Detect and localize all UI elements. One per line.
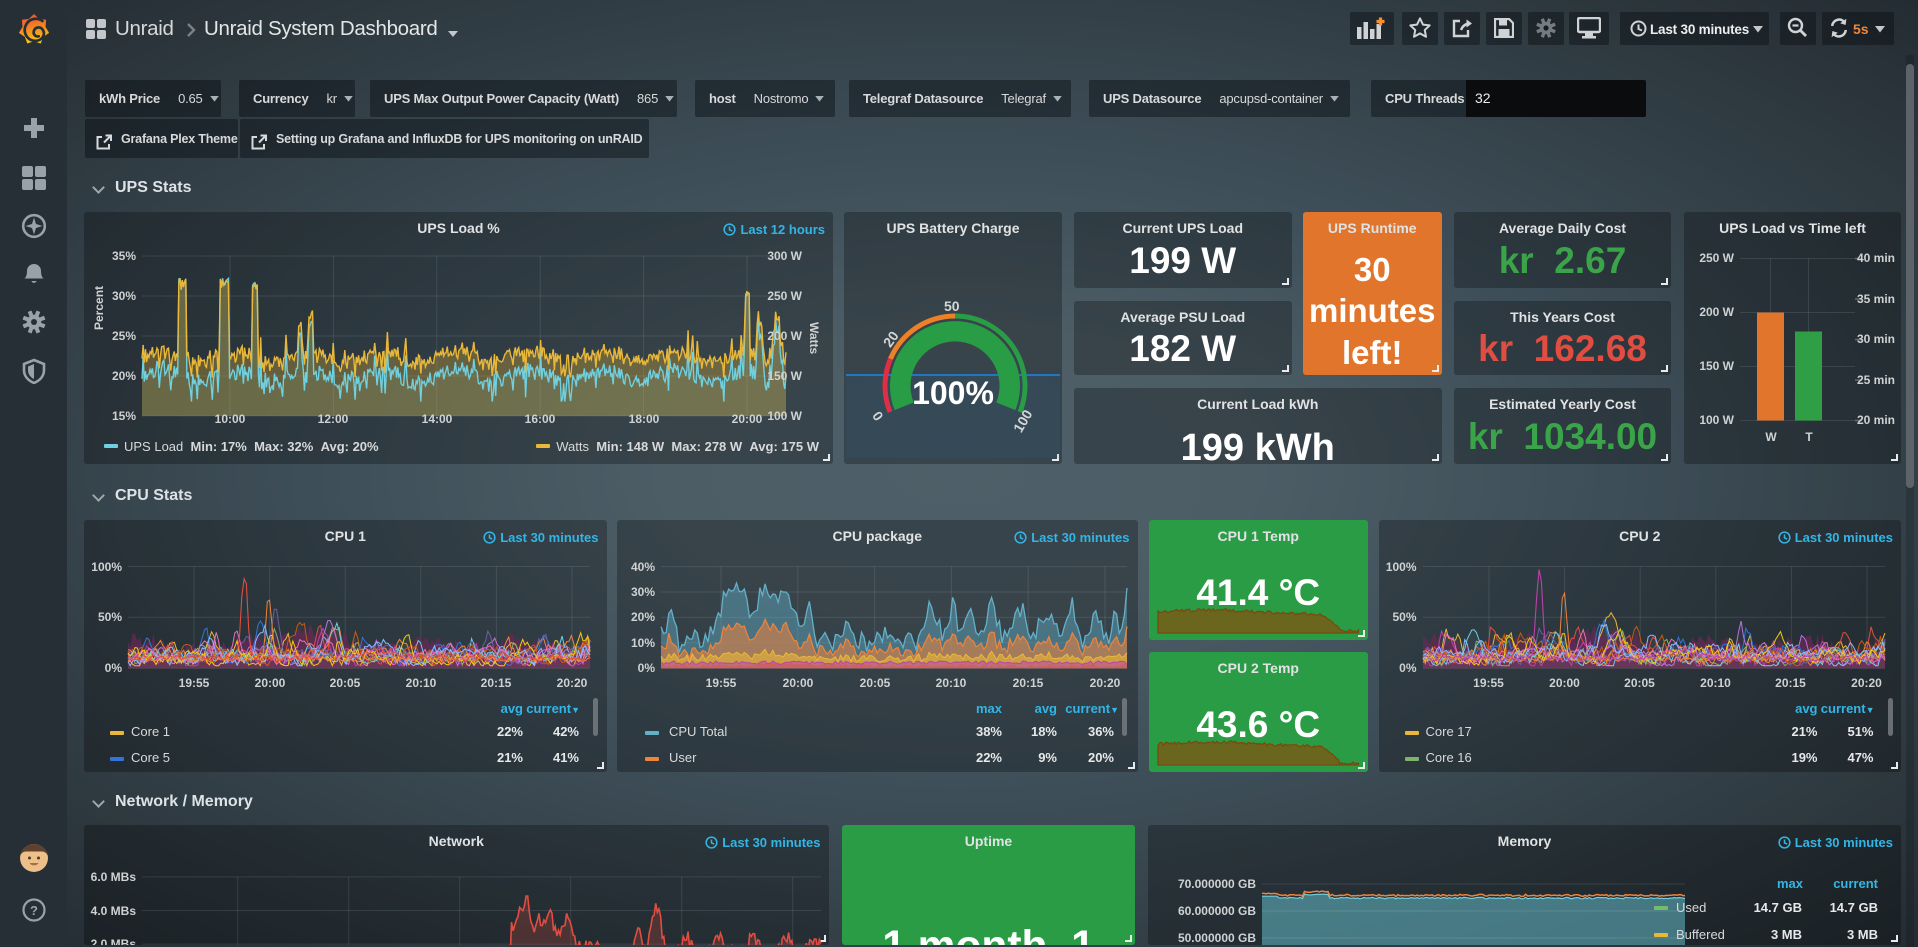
svg-text:?: ? (30, 903, 38, 918)
